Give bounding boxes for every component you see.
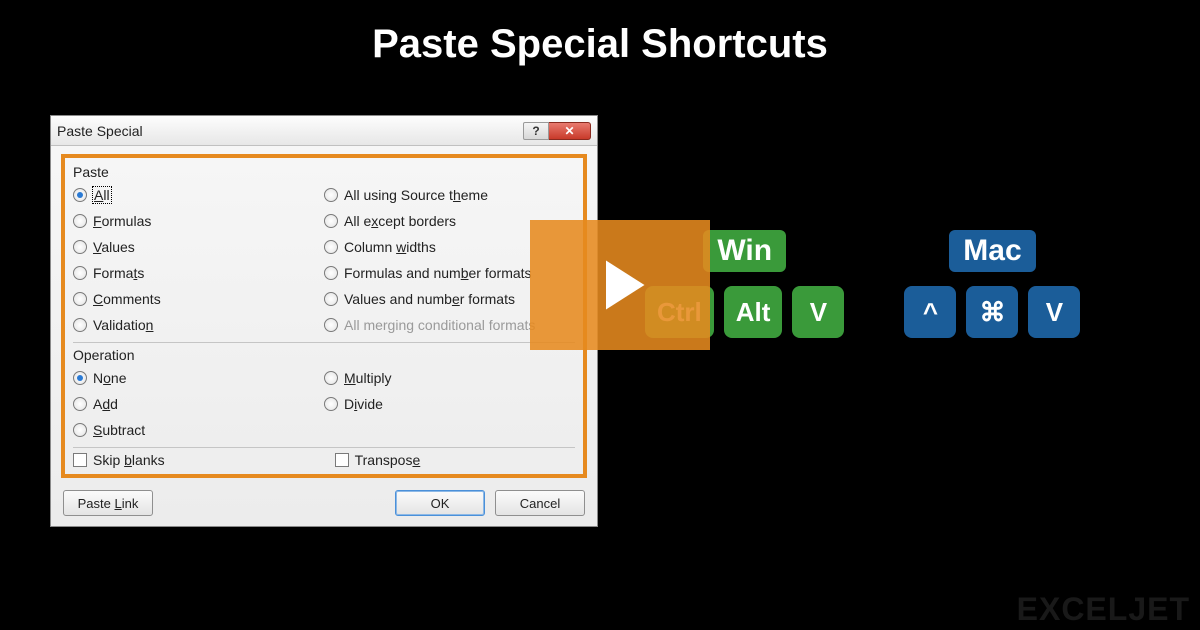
radio-icon bbox=[324, 318, 338, 332]
highlighted-region: Paste All Formulas Values Formats Comments Va… bbox=[61, 154, 587, 478]
operation-option-radio[interactable]: Divide bbox=[324, 393, 575, 415]
paste-group-label: Paste bbox=[73, 164, 575, 180]
dialog-body: Paste All Formulas Values Formats Comments Va… bbox=[51, 146, 597, 526]
radio-label: Divide bbox=[344, 396, 383, 412]
radio-icon bbox=[324, 266, 338, 280]
operation-option-radio[interactable]: Add bbox=[73, 393, 324, 415]
radio-label: Multiply bbox=[344, 370, 391, 386]
help-button[interactable]: ? bbox=[523, 122, 549, 140]
divider bbox=[73, 342, 575, 343]
paste-option-radio[interactable]: All bbox=[73, 184, 324, 206]
checkbox-icon bbox=[335, 453, 349, 467]
operation-option-radio[interactable]: None bbox=[73, 367, 324, 389]
radio-label: Subtract bbox=[93, 422, 145, 438]
paste-option-radio[interactable]: All using Source theme bbox=[324, 184, 575, 206]
cancel-button[interactable]: Cancel bbox=[495, 490, 585, 516]
radio-icon bbox=[73, 318, 87, 332]
radio-label: Add bbox=[93, 396, 118, 412]
mac-label: Mac bbox=[949, 230, 1035, 272]
win-label: Win bbox=[703, 230, 786, 272]
radio-label: Formats bbox=[93, 265, 144, 281]
paste-option-radio[interactable]: Formats bbox=[73, 262, 324, 284]
play-button[interactable] bbox=[530, 220, 710, 350]
transpose-checkbox[interactable]: Transpose bbox=[335, 452, 421, 468]
keyboard-key: Alt bbox=[724, 286, 783, 338]
play-icon bbox=[585, 250, 655, 320]
paste-option-radio[interactable]: Values bbox=[73, 236, 324, 258]
radio-label: All merging conditional formats bbox=[344, 317, 535, 333]
watermark: EXCELJET bbox=[1017, 591, 1190, 628]
radio-label: Column widths bbox=[344, 239, 436, 255]
operation-option-radio[interactable]: Subtract bbox=[73, 419, 324, 441]
keyboard-key: ^ bbox=[904, 286, 956, 338]
radio-label: All using Source theme bbox=[344, 187, 488, 203]
radio-icon bbox=[73, 371, 87, 385]
mac-shortcut-column: Mac ^⌘V bbox=[904, 230, 1080, 338]
radio-label: Formulas bbox=[93, 213, 151, 229]
close-button[interactable]: ✕ bbox=[549, 122, 591, 140]
radio-icon bbox=[324, 188, 338, 202]
paste-special-dialog: Paste Special ? ✕ Paste All Formulas Value… bbox=[50, 115, 598, 527]
radio-label: All except borders bbox=[344, 213, 456, 229]
paste-option-radio[interactable]: Comments bbox=[73, 288, 324, 310]
radio-label: Values bbox=[93, 239, 135, 255]
radio-label: Formulas and number formats bbox=[344, 265, 532, 281]
radio-icon bbox=[73, 397, 87, 411]
operation-option-radio[interactable]: Multiply bbox=[324, 367, 575, 389]
page-title: Paste Special Shortcuts bbox=[0, 0, 1200, 67]
radio-icon bbox=[324, 214, 338, 228]
radio-label: Comments bbox=[93, 291, 161, 307]
radio-icon bbox=[324, 397, 338, 411]
radio-icon bbox=[73, 292, 87, 306]
keyboard-key: V bbox=[792, 286, 844, 338]
keyboard-key: V bbox=[1028, 286, 1080, 338]
radio-icon bbox=[73, 214, 87, 228]
radio-label: Validation bbox=[93, 317, 153, 333]
radio-icon bbox=[324, 371, 338, 385]
radio-icon bbox=[73, 423, 87, 437]
dialog-title: Paste Special bbox=[57, 123, 523, 139]
paste-option-radio[interactable]: Formulas bbox=[73, 210, 324, 232]
skip-blanks-label: Skip blanks bbox=[93, 452, 165, 468]
operation-group-label: Operation bbox=[73, 347, 575, 363]
ok-button[interactable]: OK bbox=[395, 490, 485, 516]
radio-icon bbox=[73, 188, 87, 202]
keyboard-key: ⌘ bbox=[966, 286, 1018, 338]
radio-icon bbox=[73, 266, 87, 280]
radio-icon bbox=[73, 240, 87, 254]
transpose-label: Transpose bbox=[355, 452, 421, 468]
radio-icon bbox=[324, 240, 338, 254]
dialog-titlebar: Paste Special ? ✕ bbox=[51, 116, 597, 146]
paste-link-button[interactable]: Paste Link bbox=[63, 490, 153, 516]
shortcut-keys-panel: Win CtrlAltV Mac ^⌘V bbox=[645, 230, 1080, 338]
radio-label: Values and number formats bbox=[344, 291, 515, 307]
checkbox-icon bbox=[73, 453, 87, 467]
radio-icon bbox=[324, 292, 338, 306]
divider bbox=[73, 447, 575, 448]
skip-blanks-checkbox[interactable]: Skip blanks bbox=[73, 452, 165, 468]
radio-label: All bbox=[93, 187, 111, 203]
radio-label: None bbox=[93, 370, 127, 386]
paste-option-radio[interactable]: Validation bbox=[73, 314, 324, 336]
